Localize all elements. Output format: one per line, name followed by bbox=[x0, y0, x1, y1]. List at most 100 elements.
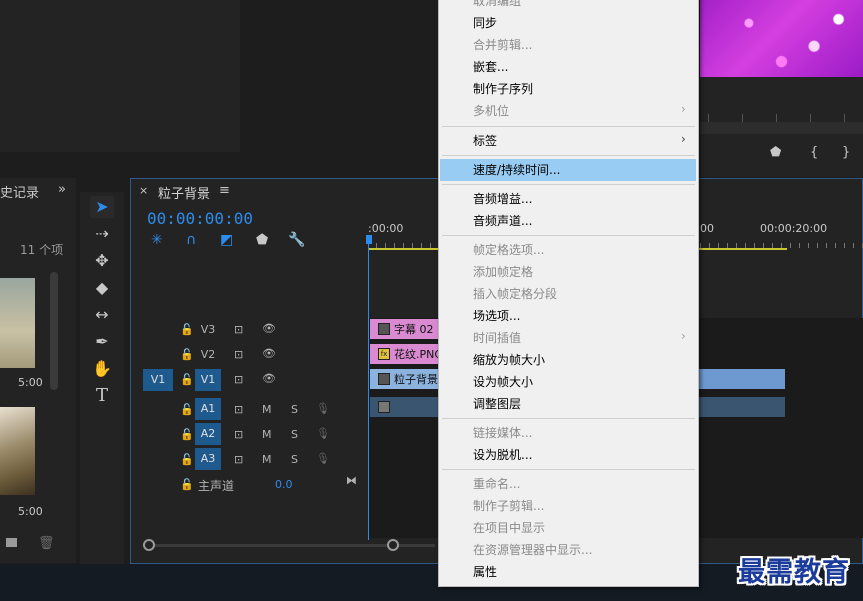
panel-overflow-icon[interactable]: » bbox=[58, 182, 66, 197]
mic-icon[interactable]: 🎙 bbox=[316, 427, 330, 440]
lock-icon[interactable]: 🔓 bbox=[180, 428, 194, 441]
mute-button[interactable]: M bbox=[262, 453, 272, 466]
clip-title-02[interactable]: 字幕 02 bbox=[370, 319, 440, 339]
menu-item-16[interactable]: 设为帧大小 bbox=[473, 373, 533, 390]
menu-item-22: 在项目中显示 bbox=[473, 521, 546, 535]
history-tab[interactable]: 史记录 bbox=[0, 182, 39, 201]
panel-menu-icon[interactable]: ≡ bbox=[219, 183, 230, 198]
project-scrollbar[interactable] bbox=[50, 272, 58, 390]
mute-button[interactable]: M bbox=[262, 403, 272, 416]
menu-item-14: 时间插值 bbox=[473, 331, 522, 345]
pen-icon[interactable]: ✒ bbox=[90, 331, 114, 353]
nest-icon[interactable]: ✳ bbox=[151, 232, 163, 248]
slip-icon[interactable]: ↔ bbox=[90, 304, 114, 326]
submenu-arrow-icon: › bbox=[681, 132, 686, 146]
menu-item-12: 插入帧定格分段 bbox=[473, 287, 558, 301]
menu-item-4[interactable]: 制作子序列 bbox=[473, 80, 533, 97]
menu-item-2: 合并剪辑... bbox=[473, 38, 533, 52]
lock-icon[interactable]: 🔓 bbox=[180, 403, 194, 416]
solo-button[interactable]: S bbox=[291, 403, 298, 416]
lock-icon[interactable]: 🔓 bbox=[180, 323, 194, 336]
source-patch-v1[interactable]: V1 bbox=[143, 369, 173, 391]
menu-item-7[interactable]: 速度/持续时间... bbox=[473, 161, 561, 178]
new-item-icon[interactable] bbox=[6, 538, 17, 547]
menu-item-3[interactable]: 嵌套... bbox=[473, 58, 508, 75]
menu-item-8[interactable]: 音频增益... bbox=[473, 190, 532, 207]
sync-lock-icon[interactable]: ⊡ bbox=[234, 403, 243, 416]
eye-icon[interactable]: 👁 bbox=[262, 372, 276, 385]
master-end-icon[interactable]: ⧓ bbox=[346, 474, 357, 487]
settings-wrench-icon[interactable]: 🔧 bbox=[288, 232, 305, 248]
submenu-arrow-icon: › bbox=[681, 329, 686, 343]
track-select-icon[interactable]: ⇢ bbox=[90, 223, 114, 245]
snap-icon[interactable]: ∩ bbox=[186, 232, 196, 248]
menu-item-13[interactable]: 场选项... bbox=[473, 307, 520, 324]
mute-button[interactable]: M bbox=[262, 428, 272, 441]
lock-icon[interactable]: 🔓 bbox=[180, 373, 194, 386]
menu-item-15[interactable]: 缩放为帧大小 bbox=[473, 351, 545, 368]
master-volume-value[interactable]: 0.0 bbox=[275, 478, 293, 491]
sync-lock-icon[interactable]: ⊡ bbox=[234, 348, 243, 361]
clip-particle-background[interactable]: 粒子背景 bbox=[370, 369, 440, 389]
timecode-display[interactable]: 00:00:00:00 bbox=[147, 209, 253, 228]
program-tick bbox=[742, 114, 743, 122]
playhead-line[interactable] bbox=[368, 240, 369, 540]
sync-lock-icon[interactable]: ⊡ bbox=[234, 428, 243, 441]
track-a3-label[interactable]: A3 bbox=[195, 448, 221, 470]
eye-icon[interactable]: 👁 bbox=[262, 322, 276, 335]
clip-pattern-png[interactable]: fx 花纹.PNG bbox=[370, 344, 440, 364]
lock-icon[interactable]: 🔓 bbox=[180, 478, 194, 491]
menu-item-17[interactable]: 调整图层 bbox=[473, 395, 521, 412]
solo-button[interactable]: S bbox=[291, 428, 298, 441]
track-v1-label[interactable]: V1 bbox=[195, 369, 221, 391]
type-icon[interactable]: T bbox=[90, 385, 114, 407]
solo-button[interactable]: S bbox=[291, 453, 298, 466]
mic-icon[interactable]: 🎙 bbox=[316, 402, 330, 415]
menu-separator bbox=[442, 469, 695, 470]
razor-icon[interactable]: ◆ bbox=[90, 277, 114, 299]
sequence-tab[interactable]: 粒子背景 bbox=[158, 183, 210, 202]
fx-badge-icon bbox=[378, 401, 390, 413]
sync-lock-icon[interactable]: ⊡ bbox=[234, 323, 243, 336]
audio-clip-end[interactable] bbox=[697, 397, 785, 417]
program-monitor-scrub-bar[interactable] bbox=[700, 122, 863, 134]
track-v2-label[interactable]: V2 bbox=[195, 344, 221, 366]
lock-icon[interactable]: 🔓 bbox=[180, 348, 194, 361]
track-v3-label[interactable]: V3 bbox=[195, 319, 221, 341]
zoom-handle-left[interactable] bbox=[143, 539, 155, 551]
menu-item-9[interactable]: 音频声道... bbox=[473, 212, 532, 229]
playhead-handle[interactable] bbox=[366, 235, 372, 244]
add-marker-icon[interactable]: ⬟ bbox=[256, 232, 268, 248]
track-a2-label[interactable]: A2 bbox=[195, 423, 221, 445]
hand-icon[interactable]: ✋ bbox=[90, 358, 114, 380]
zoom-handle-right[interactable] bbox=[387, 539, 399, 551]
project-thumbnail[interactable] bbox=[0, 278, 35, 368]
linked-selection-icon[interactable]: ◩ bbox=[220, 232, 233, 248]
menu-item-6[interactable]: 标签 bbox=[473, 132, 497, 149]
menu-item-1[interactable]: 同步 bbox=[473, 14, 497, 31]
menu-item-19[interactable]: 设为脱机... bbox=[473, 446, 532, 463]
sync-lock-icon[interactable]: ⊡ bbox=[234, 373, 243, 386]
ruler-label: :00:00 bbox=[368, 222, 404, 235]
project-thumbnail[interactable] bbox=[0, 407, 35, 495]
ruler-label: 00:00:20:00 bbox=[760, 222, 828, 235]
mic-icon[interactable]: 🎙 bbox=[316, 452, 330, 465]
audio-clip[interactable] bbox=[370, 397, 440, 417]
close-tab-icon[interactable]: × bbox=[139, 184, 148, 197]
ripple-edit-icon[interactable]: ✥ bbox=[90, 250, 114, 272]
add-marker-icon[interactable]: ⬟ bbox=[770, 145, 781, 160]
menu-separator bbox=[442, 184, 695, 185]
lock-icon[interactable]: 🔓 bbox=[180, 453, 194, 466]
mark-in-icon[interactable]: { bbox=[810, 145, 818, 160]
ruler-tick bbox=[853, 243, 854, 248]
trash-icon[interactable]: 🗑 bbox=[38, 536, 55, 551]
selection-tool-icon[interactable]: ➤ bbox=[90, 196, 114, 218]
mark-out-icon[interactable]: } bbox=[842, 145, 850, 160]
menu-item-24[interactable]: 属性 bbox=[473, 563, 497, 580]
menu-separator bbox=[442, 155, 695, 156]
clip-particle-background-end[interactable] bbox=[697, 369, 785, 389]
menu-separator bbox=[442, 126, 695, 127]
track-a1-label[interactable]: A1 bbox=[195, 398, 221, 420]
sync-lock-icon[interactable]: ⊡ bbox=[234, 453, 243, 466]
eye-icon[interactable]: 👁 bbox=[262, 347, 276, 360]
